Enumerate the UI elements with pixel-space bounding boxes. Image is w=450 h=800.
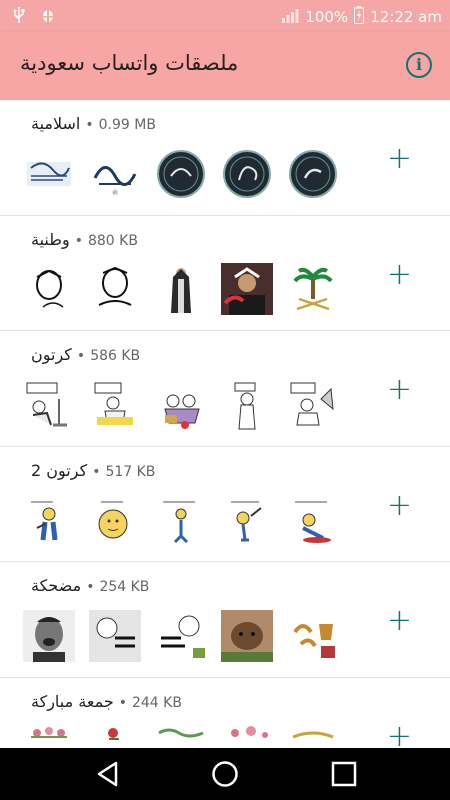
sticker-preview: [88, 494, 141, 547]
sticker-preview: [22, 263, 75, 316]
battery-icon: [354, 6, 365, 28]
sticker-previews: [22, 494, 339, 547]
sticker-pack-funny[interactable]: مضحكة • 254 KB +: [0, 562, 450, 678]
info-icon[interactable]: i: [406, 52, 432, 78]
sticker-preview: [88, 609, 141, 662]
pack-name: اسلامية: [31, 114, 81, 133]
sticker-preview: [286, 263, 339, 316]
pack-header: كرتون 2 • 517 KB: [31, 461, 155, 480]
battery-level: 100%: [305, 8, 349, 26]
pack-size: 244 KB: [131, 694, 182, 711]
sticker-preview: [88, 378, 141, 431]
sticker-preview: [154, 725, 207, 749]
sticker-preview: [22, 494, 75, 547]
sticker-preview: [154, 147, 207, 200]
android-debug-icon: [40, 7, 56, 27]
sticker-pack-cartoon-2[interactable]: كرتون 2 • 517 KB +: [0, 446, 450, 562]
pack-size: 0.99 MB: [98, 117, 156, 133]
home-icon[interactable]: [211, 760, 239, 792]
sticker-preview: [154, 609, 207, 662]
pack-header: مضحكة • 254 KB: [31, 576, 149, 595]
app-title: ملصقات واتساب سعودية: [20, 51, 239, 75]
sticker-preview: [154, 494, 207, 547]
clock: 12:22 am: [370, 8, 442, 26]
sticker-preview: [22, 609, 75, 662]
sticker-preview: [22, 147, 75, 200]
sticker-preview: [88, 263, 141, 316]
navigation-bar: [0, 748, 450, 800]
sticker-preview: [22, 378, 75, 431]
pack-separator: •: [118, 694, 127, 711]
pack-header: وطنية • 880 KB: [31, 230, 138, 249]
pack-size: 517 KB: [105, 463, 156, 480]
sticker-previews: [22, 725, 339, 749]
app-bar: ملصقات واتساب سعودية i: [0, 32, 450, 100]
sticker-preview: ﷺ: [88, 147, 141, 200]
sticker-preview: [286, 147, 339, 200]
pack-separator: •: [85, 117, 94, 133]
pack-size: 586 KB: [90, 348, 141, 364]
sticker-preview: [286, 378, 339, 431]
add-pack-button[interactable]: +: [387, 375, 412, 405]
pack-name: مضحكة: [31, 576, 82, 595]
sticker-preview: [154, 378, 207, 431]
pack-size: 254 KB: [99, 579, 150, 595]
sticker-pack-list[interactable]: اسلامية • 0.99 MB ﷺ + وطنية • 880 KB + ك…: [0, 100, 450, 748]
sticker-pack-islamic[interactable]: اسلامية • 0.99 MB ﷺ +: [0, 100, 450, 216]
pack-separator: •: [76, 348, 86, 364]
sticker-preview: [220, 263, 273, 316]
sticker-pack-jumuah[interactable]: جمعة مباركة • 244 KB +: [0, 677, 450, 749]
add-pack-button[interactable]: +: [387, 606, 412, 636]
sticker-preview: [220, 147, 273, 200]
sticker-previews: ﷺ: [22, 147, 339, 200]
status-bar: 100% 12:22 am: [0, 0, 450, 32]
sticker-preview: [286, 609, 339, 662]
sticker-pack-cartoon[interactable]: كرتون • 586 KB +: [0, 331, 450, 447]
pack-separator: •: [74, 232, 83, 249]
pack-name: كرتون 2: [31, 460, 88, 480]
sticker-previews: [22, 609, 339, 662]
usb-icon: [12, 7, 26, 27]
add-pack-button[interactable]: +: [387, 490, 412, 521]
pack-name: وطنية: [31, 229, 70, 249]
recents-icon[interactable]: [330, 760, 358, 792]
sticker-preview: [286, 725, 339, 749]
sticker-preview: [220, 609, 273, 662]
pack-size: 880 KB: [87, 232, 138, 249]
sticker-preview: [22, 725, 75, 749]
pack-name: جمعة مباركة: [31, 691, 114, 711]
add-pack-button[interactable]: +: [387, 721, 412, 748]
sticker-preview: [220, 378, 273, 431]
sticker-preview: [286, 494, 339, 547]
pack-header: جمعة مباركة • 244 KB: [31, 692, 182, 711]
add-pack-button[interactable]: +: [387, 144, 412, 174]
back-icon[interactable]: [94, 760, 122, 792]
pack-header: اسلامية • 0.99 MB: [31, 114, 156, 133]
pack-separator: •: [86, 579, 95, 595]
sticker-pack-national[interactable]: وطنية • 880 KB +: [0, 215, 450, 331]
sticker-previews: [22, 263, 339, 316]
sticker-preview: [154, 263, 207, 316]
sticker-preview: [88, 725, 141, 749]
pack-header: كرتون • 586 KB: [31, 345, 140, 364]
svg-text:ﷺ: ﷺ: [111, 188, 117, 196]
pack-separator: •: [92, 463, 101, 480]
sticker-preview: [220, 494, 273, 547]
signal-icon: [281, 7, 299, 27]
add-pack-button[interactable]: +: [387, 259, 412, 290]
pack-name: كرتون: [31, 345, 72, 364]
sticker-previews: [22, 378, 339, 431]
sticker-preview: [220, 725, 273, 749]
